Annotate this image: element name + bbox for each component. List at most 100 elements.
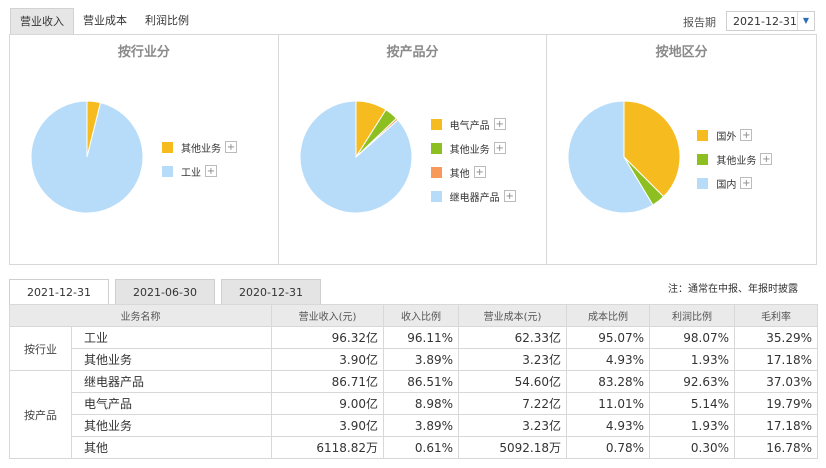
legend-swatch — [430, 118, 442, 130]
legend-item[interactable]: 国内 + — [697, 171, 772, 195]
business-name-cell: 继电器产品 — [71, 370, 272, 393]
table-cell: 3.90亿 — [271, 348, 384, 371]
table-cell: 62.33亿 — [458, 326, 567, 349]
business-name-cell: 工业 — [71, 326, 272, 349]
legend-item[interactable]: 国外 + — [697, 123, 772, 147]
table-cell: 96.32亿 — [271, 326, 384, 349]
chart-title: 按产品分 — [386, 45, 439, 60]
legend-item[interactable]: 其他业务 + — [697, 147, 773, 171]
expand-plus-icon[interactable]: + — [740, 129, 753, 141]
table-cell: 86.71亿 — [271, 370, 384, 393]
tab-period-2021-12-31[interactable]: 2021-12-31 — [9, 279, 109, 305]
legend-swatch — [162, 165, 173, 177]
expand-plus-icon[interactable]: + — [740, 177, 753, 189]
tab-cost[interactable]: 营业成本 — [74, 8, 136, 34]
expand-plus-icon[interactable]: + — [760, 153, 773, 165]
expand-plus-icon[interactable]: + — [225, 141, 237, 153]
table-row: 其他 6118.82万 0.61% 5092.18万 0.78% 0.30% 16.78% — [10, 436, 818, 459]
legend-swatch — [697, 153, 709, 165]
table-cell: 86.51% — [383, 370, 459, 393]
top-bar: 营业收入 营业成本 利润比例 报告期 2021-12-31 ▼ — [0, 0, 826, 35]
legend-item[interactable]: 其他 + — [430, 160, 516, 184]
table-cell: 1.93% — [649, 348, 735, 371]
legend-swatch — [430, 190, 442, 202]
legend-label: 其他 — [449, 168, 470, 180]
legend-label: 电气产品 — [449, 120, 490, 132]
business-name-cell: 其他业务 — [71, 414, 272, 437]
tab-period-2021-06-30[interactable]: 2021-06-30 — [115, 279, 215, 305]
chart-panel-product: 按产品分 电气产品 + 其他业务 + 其他 + 继电器产品 + — [279, 35, 548, 264]
tab-profit-ratio[interactable]: 利润比例 — [136, 8, 198, 34]
pie-slice-1[interactable] — [30, 100, 144, 214]
table-cell: 92.63% — [649, 370, 735, 393]
business-name-cell: 其他 — [71, 436, 272, 459]
pie-chart-industry — [30, 100, 144, 214]
report-period-label: 报告期 — [683, 16, 716, 29]
expand-plus-icon[interactable]: + — [205, 165, 217, 177]
chart-panel-region: 按地区分 国外 + 其他业务 + 国内 + — [547, 35, 816, 264]
pie-chart-product — [299, 100, 413, 214]
expand-plus-icon[interactable]: + — [473, 166, 486, 178]
header-revenue: 营业收入(元) — [271, 304, 384, 327]
business-name-cell: 其他业务 — [71, 348, 272, 371]
table-cell: 19.79% — [734, 392, 818, 415]
legend-label: 继电器产品 — [449, 192, 500, 204]
business-breakdown-table: 业务名称 营业收入(元) 收入比例 营业成本(元) 成本比例 利润比例 毛利率 … — [9, 304, 818, 459]
pie-charts-area: 按行业分 其他业务 + 工业 + 按产品分 电气产品 + 其他业务 + 其他 + 继电器产品 + 按… — [9, 34, 817, 265]
table-cell: 5092.18万 — [458, 436, 567, 459]
legend-item[interactable]: 其他业务 + — [430, 136, 516, 160]
legend-item[interactable]: 其他业务 + — [162, 135, 237, 159]
period-tabs: 2021-12-31 2021-06-30 2020-12-31 — [9, 279, 327, 305]
metric-tabs: 营业收入 营业成本 利润比例 — [10, 8, 198, 35]
table-cell: 17.18% — [734, 348, 818, 371]
header-gross-margin: 毛利率 — [734, 304, 818, 327]
table-row: 电气产品 9.00亿 8.98% 7.22亿 11.01% 5.14% 19.79% — [10, 392, 818, 415]
chevron-down-icon[interactable]: ▼ — [797, 12, 814, 30]
header-revenue-ratio: 收入比例 — [383, 304, 459, 327]
table-row: 按行业 工业 96.32亿 96.11% 62.33亿 95.07% 98.07% 35.29… — [9, 326, 818, 371]
expand-plus-icon[interactable]: + — [503, 190, 516, 202]
table-header-row: 业务名称 营业收入(元) 收入比例 营业成本(元) 成本比例 利润比例 毛利率 — [9, 304, 818, 327]
table-cell: 8.98% — [383, 392, 459, 415]
legend-label: 其他业务 — [181, 143, 221, 155]
table-cell: 16.78% — [734, 436, 818, 459]
legend-region: 国外 + 其他业务 + 国内 + — [697, 123, 773, 195]
group-label: 按行业 — [9, 326, 72, 371]
table-row: 其他业务 3.90亿 3.89% 3.23亿 4.93% 1.93% 17.18% — [10, 348, 818, 371]
table-cell: 35.29% — [734, 326, 818, 349]
group-label: 按产品 — [9, 370, 72, 459]
report-period-select[interactable]: 2021-12-31 ▼ — [726, 11, 815, 31]
table-cell: 0.78% — [566, 436, 650, 459]
legend-item[interactable]: 电气产品 + — [430, 112, 516, 136]
header-cost-ratio: 成本比例 — [566, 304, 650, 327]
table-cell: 5.14% — [649, 392, 735, 415]
tab-period-2020-12-31[interactable]: 2020-12-31 — [221, 279, 321, 305]
table-cell: 11.01% — [566, 392, 650, 415]
table-cell: 3.89% — [383, 414, 459, 437]
legend-swatch — [162, 141, 173, 153]
legend-item[interactable]: 继电器产品 + — [430, 184, 516, 208]
table-cell: 4.93% — [566, 348, 650, 371]
table-cell: 3.23亿 — [458, 348, 567, 371]
table-cell: 83.28% — [566, 370, 650, 393]
table-cell: 7.22亿 — [458, 392, 567, 415]
business-name-cell: 电气产品 — [71, 392, 272, 415]
table-cell: 6118.82万 — [271, 436, 384, 459]
header-cost: 营业成本(元) — [458, 304, 567, 327]
header-profit-ratio: 利润比例 — [649, 304, 735, 327]
legend-label: 其他业务 — [449, 144, 490, 156]
expand-plus-icon[interactable]: + — [493, 142, 506, 154]
table-cell: 9.00亿 — [271, 392, 384, 415]
report-period-value: 2021-12-31 — [733, 15, 797, 28]
table-cell: 4.93% — [566, 414, 650, 437]
table-cell: 3.89% — [383, 348, 459, 371]
tab-revenue[interactable]: 营业收入 — [10, 8, 74, 35]
table-cell: 0.61% — [383, 436, 459, 459]
table-cell: 98.07% — [649, 326, 735, 349]
table-cell: 3.90亿 — [271, 414, 384, 437]
legend-label: 国外 — [716, 131, 737, 143]
expand-plus-icon[interactable]: + — [493, 118, 506, 130]
legend-item[interactable]: 工业 + — [162, 159, 237, 183]
legend-product: 电气产品 + 其他业务 + 其他 + 继电器产品 + — [430, 112, 516, 208]
table-cell: 95.07% — [566, 326, 650, 349]
